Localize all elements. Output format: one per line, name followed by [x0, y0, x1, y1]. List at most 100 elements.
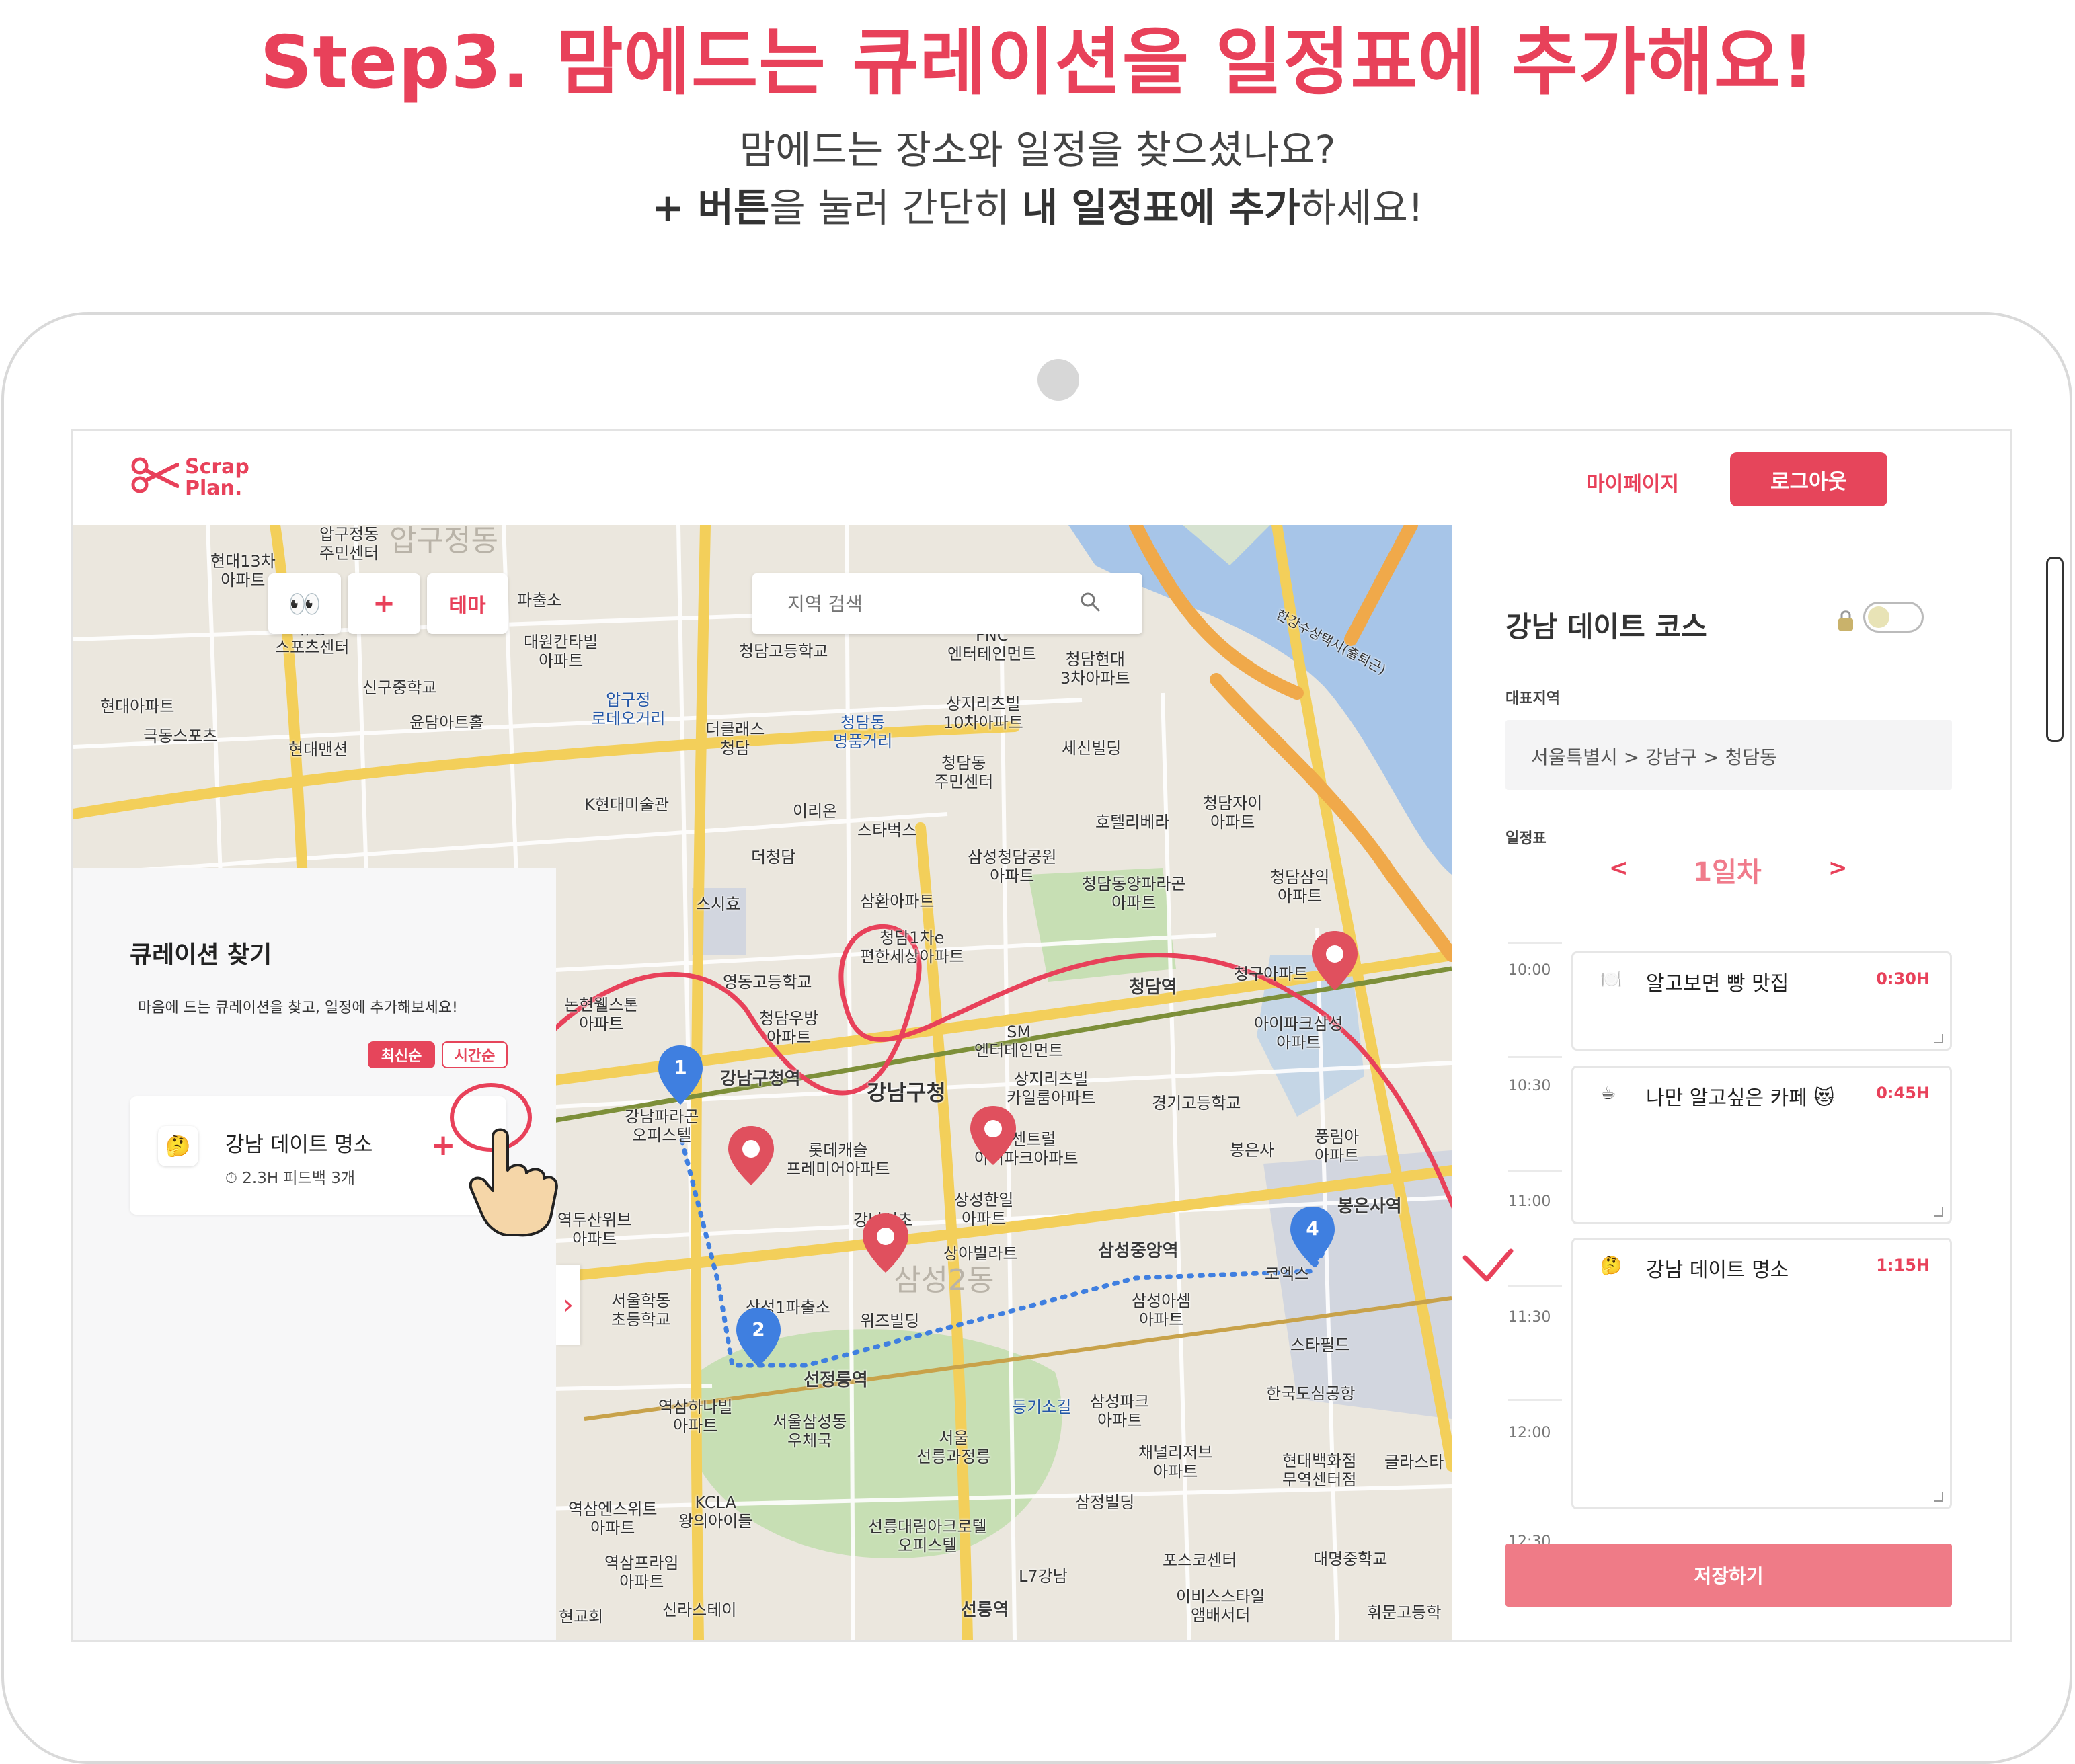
map-label: 풍림아 아파트: [1315, 1127, 1360, 1165]
route-pin-4[interactable]: 4: [1288, 1204, 1337, 1269]
time-label: 10:00: [1508, 962, 1551, 979]
resize-handle[interactable]: [1934, 1207, 1943, 1217]
map-label: 역삼하나빌 아파트: [658, 1398, 733, 1435]
time-divider: [1508, 942, 1562, 944]
route-pin-1[interactable]: 1: [656, 1043, 705, 1107]
resize-handle[interactable]: [1934, 1034, 1943, 1043]
map-label: 삼환아파트: [860, 892, 935, 911]
schedule-item[interactable]: 🍽️ 알고보면 빵 맛집 0:30H: [1571, 951, 1952, 1051]
map-label: 더청담: [751, 848, 796, 867]
mypage-link[interactable]: 마이페이지: [1586, 467, 1679, 497]
pin-number: 2: [752, 1318, 765, 1340]
timetable-label: 일정표: [1505, 830, 1547, 847]
map-label: 논현웰스톤 아파트: [564, 996, 639, 1033]
place-pin-icon[interactable]: [860, 1211, 911, 1275]
map-label: 삼성청담공원 아파트: [968, 848, 1057, 885]
toggle-knob: [1868, 606, 1889, 628]
map-label: 극동스포츠: [143, 727, 218, 746]
search-icon[interactable]: [1074, 586, 1107, 619]
eyes-button[interactable]: 👀: [268, 573, 341, 634]
map-label: 현대13차 아파트: [210, 552, 276, 590]
coffee-icon: ☕: [1600, 1084, 1616, 1104]
sort-time-chip[interactable]: 시간순: [442, 1041, 508, 1068]
time-divider: [1508, 1056, 1562, 1058]
map-label: 청담현대 3차아파트: [1060, 650, 1130, 688]
map-label: 압구정동 주민센터: [319, 525, 379, 563]
privacy-toggle[interactable]: [1863, 602, 1924, 633]
prev-day-button[interactable]: <: [1609, 854, 1629, 881]
schedule-item[interactable]: 🤔 강남 데이트 명소 1:15H: [1571, 1238, 1952, 1509]
map-label: 현대아파트: [100, 697, 175, 716]
map-search-box: [752, 573, 1142, 634]
map-label: 압구정 로데오거리: [591, 690, 666, 728]
schedule-item[interactable]: ☕ 나만 알고싶은 카페 😻 0:45H: [1571, 1066, 1952, 1224]
map-label: 현대맨션: [288, 740, 348, 759]
map-label: 선릉대림아크로텔 오피스텔: [868, 1517, 987, 1555]
place-pin-icon[interactable]: [726, 1123, 777, 1188]
sort-recent-chip[interactable]: 최신순: [368, 1041, 435, 1068]
map-label: 롯데캐슬 프레미어아파트: [786, 1141, 890, 1178]
place-pin-icon[interactable]: [968, 1103, 1019, 1168]
thinking-emoji-icon: 🤔: [1600, 1256, 1622, 1276]
map-label: 신구중학교: [362, 678, 437, 697]
save-button[interactable]: 저장하기: [1505, 1544, 1952, 1607]
map-label: 대원칸타빌 아파트: [524, 633, 598, 670]
map-label: 채널리저브 아파트: [1138, 1443, 1213, 1481]
map-label: 청담자이 아파트: [1203, 794, 1263, 832]
pointer-hand-icon: [469, 1128, 558, 1237]
theme-button[interactable]: 테마: [427, 573, 508, 634]
lock-icon: [1838, 610, 1853, 631]
panel-collapse-toggle[interactable]: ›: [556, 1265, 580, 1345]
map-label: 더클래스 청담: [705, 720, 765, 758]
place-pin-icon[interactable]: [1309, 928, 1360, 993]
map-label: 스타필드: [1290, 1336, 1350, 1355]
map-label: 상지리츠빌 10차아파트: [943, 694, 1023, 732]
day-title: 1일차: [1693, 857, 1762, 888]
map-label: 청구아파트: [1234, 965, 1308, 984]
subtitle-line-1: 맘에드는 장소와 일정을 찾으셨나요?: [739, 127, 1336, 173]
schedule-item-duration: 0:45H: [1876, 1084, 1930, 1102]
map-label: 청담우방 아파트: [759, 1009, 819, 1047]
curation-title: 큐레이션 찾기: [130, 941, 272, 969]
scissors-logo-icon: [131, 457, 179, 493]
region-label: 대표지역: [1505, 690, 1560, 707]
map-label: 압구정동: [389, 525, 498, 558]
region-search-input[interactable]: [786, 588, 1071, 619]
map-label: 청담1차e 편한세상아파트: [860, 928, 964, 966]
map-label: K현대미술관: [584, 795, 670, 814]
schedule-item-name: 알고보면 빵 맛집: [1646, 972, 1789, 996]
map-label: 강남구청역: [720, 1069, 801, 1089]
map-label: 파출소: [517, 591, 562, 610]
map-label: 삼성파크 아파트: [1090, 1392, 1150, 1430]
map-label: 글라스타: [1384, 1453, 1444, 1472]
time-label: 12:00: [1508, 1425, 1551, 1441]
map-label: L7강남: [1019, 1567, 1068, 1586]
add-button[interactable]: +: [348, 573, 420, 634]
tablet-side-button: [2046, 557, 2064, 742]
map-label: 현대백화점 무역센터점: [1282, 1451, 1357, 1489]
time-label: 10:30: [1508, 1078, 1551, 1094]
app-logo[interactable]: Scrap Plan.: [185, 456, 249, 499]
curation-panel: 큐레이션 찾기 마음에 드는 큐레이션을 찾고, 일정에 추가해보세요! 최신순…: [73, 868, 556, 1640]
map-label: 청담동 주민센터: [934, 754, 994, 791]
curation-card-meta: ⏱ 2.3H 피드백 3개: [225, 1170, 356, 1187]
curation-description: 마음에 드는 큐레이션을 찾고, 일정에 추가해보세요!: [138, 1000, 458, 1016]
resize-handle[interactable]: [1934, 1492, 1943, 1502]
map-label: 한국도심공항: [1266, 1384, 1356, 1403]
map-label: 청담역: [1129, 977, 1177, 998]
map-label: 현교회: [559, 1607, 604, 1626]
map-label: 서울학동 초등학교: [611, 1291, 671, 1329]
map-label: 선정릉역: [804, 1370, 868, 1390]
region-field[interactable]: 서울특별시 > 강남구 > 청담동: [1505, 720, 1952, 790]
route-pin-2[interactable]: 2: [734, 1305, 783, 1369]
map-label: 대명중학교: [1313, 1550, 1388, 1568]
schedule-item-duration: 0:30H: [1876, 969, 1930, 988]
logo-line-1: Scrap: [185, 455, 249, 479]
logout-button[interactable]: 로그아웃: [1730, 452, 1887, 506]
tablet-camera: [1038, 359, 1079, 401]
map-view[interactable]: 압구정동 주민센터 압구정동 현대13차 아파트 대원칸타빌 아파트 청담고등학교 F…: [73, 525, 1452, 1640]
subtitle-bold-plus: + 버튼: [651, 185, 770, 231]
map-toolbar: 👀 + 테마: [268, 573, 508, 634]
map-label: 서울삼성동 우체국: [773, 1412, 847, 1450]
next-day-button[interactable]: >: [1828, 854, 1848, 881]
